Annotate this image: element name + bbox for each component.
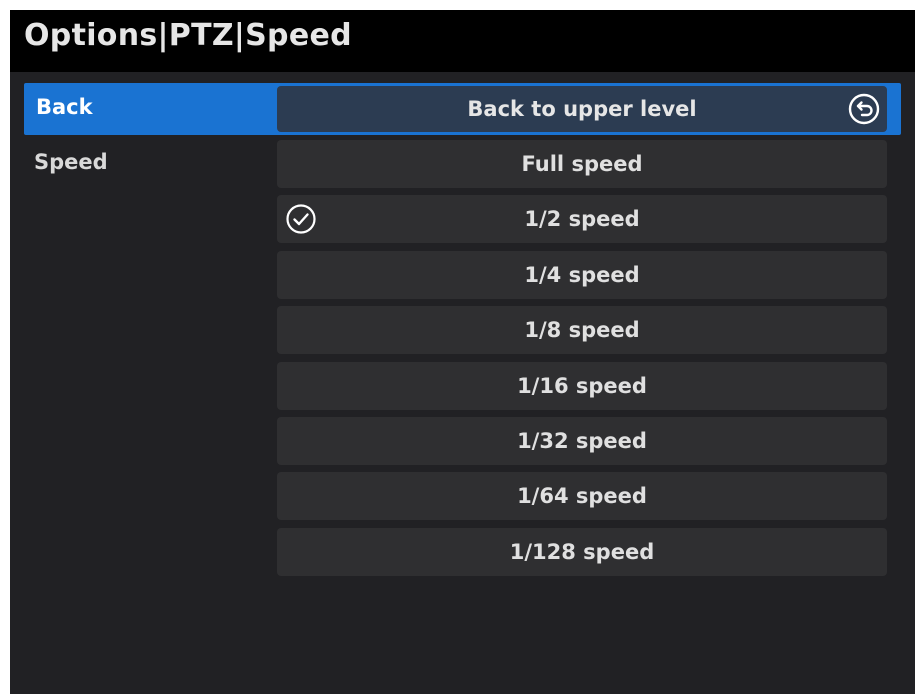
check-circle-icon [286, 204, 316, 234]
speed-option-1-16-speed[interactable]: 1/16 speed [277, 362, 887, 410]
speed-option-1-64-speed[interactable]: 1/64 speed [277, 472, 887, 520]
speed-option-label: 1/4 speed [524, 263, 640, 287]
speed-option-label: 1/16 speed [517, 374, 647, 398]
speed-option-1-8-speed[interactable]: 1/8 speed [277, 306, 887, 354]
back-to-upper-level-button[interactable]: Back to upper level [277, 86, 887, 132]
speed-option-label: 1/8 speed [524, 318, 640, 342]
page-title: Options|PTZ|Speed [24, 18, 352, 53]
back-label: Back [36, 95, 93, 119]
speed-option-label: 1/32 speed [517, 429, 647, 453]
speed-option-label: 1/128 speed [509, 540, 655, 564]
back-button-label: Back to upper level [467, 97, 697, 121]
speed-option-label: Full speed [521, 152, 643, 176]
speed-option-1-32-speed[interactable]: 1/32 speed [277, 417, 887, 465]
back-row[interactable]: Back Back to upper level [24, 83, 901, 135]
ptz-speed-screen: Options|PTZ|Speed Back Back to upper lev… [10, 10, 915, 694]
speed-option-1-4-speed[interactable]: 1/4 speed [277, 251, 887, 299]
speed-label: Speed [34, 150, 108, 174]
speed-option-label: 1/2 speed [524, 207, 640, 231]
speed-option-1-2-speed[interactable]: 1/2 speed [277, 195, 887, 243]
speed-option-1-128-speed[interactable]: 1/128 speed [277, 528, 887, 576]
return-arrow-icon [848, 93, 880, 125]
title-bar: Options|PTZ|Speed [10, 10, 915, 72]
speed-option-full-speed[interactable]: Full speed [277, 140, 887, 188]
speed-option-label: 1/64 speed [517, 484, 647, 508]
